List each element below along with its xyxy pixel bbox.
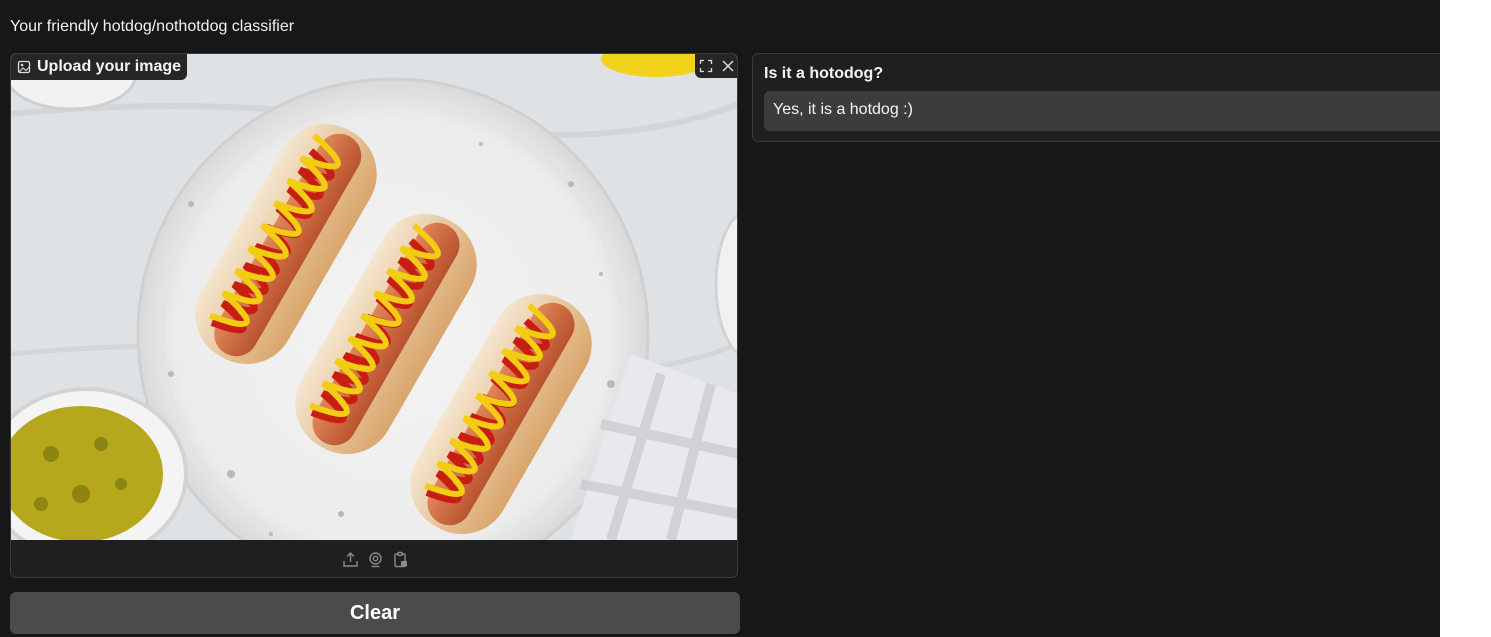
image-input-block[interactable]: Upload your image	[10, 53, 738, 578]
webcam-icon[interactable]	[367, 551, 384, 568]
image-toolbar	[695, 54, 737, 78]
app-description: Your friendly hotdog/nothotdog classifie…	[10, 18, 295, 35]
image-source-bar	[11, 540, 737, 577]
image-input-label: Upload your image	[11, 54, 188, 80]
hotdog-photo	[11, 54, 737, 540]
output-textbox[interactable]: Yes, it is a hotdog :)	[764, 91, 1440, 131]
image-input-label-text: Upload your image	[37, 58, 182, 75]
image-icon	[17, 60, 31, 74]
output-block: Is it a hotodog? Yes, it is a hotdog :)	[752, 53, 1440, 142]
close-icon[interactable]	[721, 59, 735, 73]
fullscreen-icon[interactable]	[699, 59, 713, 73]
output-label: Is it a hotodog?	[764, 65, 884, 82]
uploaded-image[interactable]: Upload your image	[11, 54, 737, 540]
app-container: Your friendly hotdog/nothotdog classifie…	[0, 0, 1440, 637]
clear-button[interactable]: Clear	[10, 592, 740, 634]
upload-icon[interactable]	[342, 551, 359, 568]
clipboard-icon[interactable]	[392, 551, 409, 568]
